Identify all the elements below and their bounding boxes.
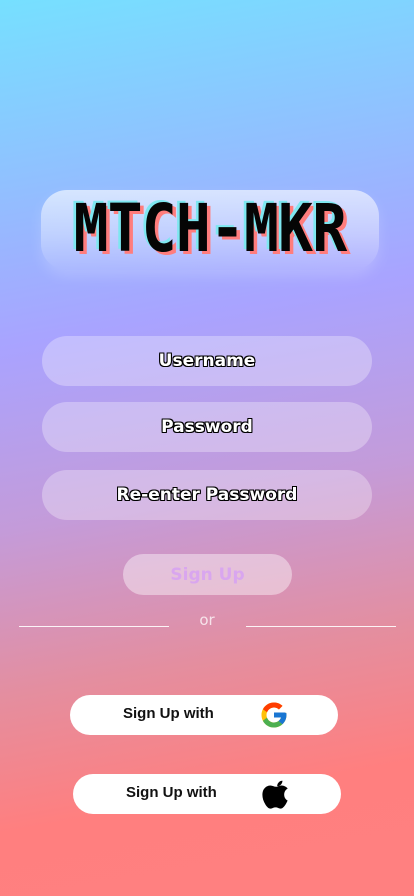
sign-up-label: Sign Up — [170, 564, 245, 585]
password-input[interactable]: Password — [42, 402, 372, 452]
app-logo: MTCH-MKR — [41, 190, 379, 270]
divider-right — [246, 626, 396, 627]
reenter-password-input[interactable]: Re-enter Password — [42, 470, 372, 520]
username-input[interactable]: Username — [42, 336, 372, 386]
apple-button-label: Sign Up with — [126, 784, 217, 801]
apple-icon — [262, 780, 288, 809]
sign-up-with-google-button[interactable]: Sign Up with — [70, 695, 338, 735]
sign-up-with-apple-button[interactable]: Sign Up with — [73, 774, 341, 814]
password-placeholder: Password — [161, 417, 253, 437]
google-icon — [261, 702, 287, 728]
logo-text: MTCH-MKR — [73, 190, 348, 267]
sign-up-button[interactable]: Sign Up — [123, 554, 292, 595]
google-button-label: Sign Up with — [123, 705, 214, 722]
reenter-password-placeholder: Re-enter Password — [116, 485, 298, 505]
username-placeholder: Username — [158, 351, 256, 371]
